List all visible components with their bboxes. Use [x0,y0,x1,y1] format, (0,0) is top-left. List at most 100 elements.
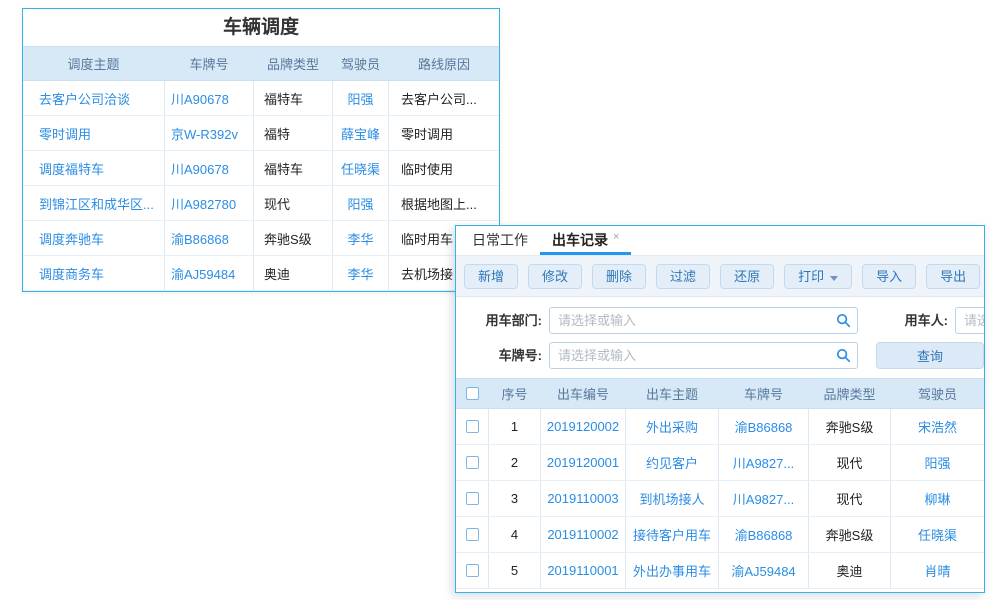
records-toolbar: 新增 修改 删除 过滤 还原 打印 导入 导出 查看日志 [456,256,984,297]
user-field-label: 用车人: [871,307,948,334]
dispatch-plate-link[interactable]: 渝AJ59484 [165,256,254,290]
import-button[interactable]: 导入 [862,264,916,289]
trip-code-link[interactable]: 2019110003 [541,481,626,516]
dispatch-driver-link[interactable]: 李华 [333,256,389,290]
dispatch-brand-cell: 福特车 [254,81,333,115]
row-number-cell: 4 [489,517,541,552]
records-col-no: 序号 [489,379,541,408]
dispatch-plate-link[interactable]: 京W-R392v [165,116,254,150]
restore-button[interactable]: 还原 [720,264,774,289]
plate-link[interactable]: 川A9827... [719,481,809,516]
row-number-cell: 2 [489,445,541,480]
dispatch-subject-link[interactable]: 零时调用 [23,116,165,150]
dept-input[interactable] [549,307,858,334]
plate-link[interactable]: 渝B86868 [719,517,809,552]
plate-link[interactable]: 渝B86868 [719,409,809,444]
search-form: 用车部门: 用车人: 车牌号: 查询 [456,297,984,378]
query-button[interactable]: 查询 [876,342,984,369]
dispatch-subject-link[interactable]: 调度商务车 [23,256,165,290]
trip-code-link[interactable]: 2019120002 [541,409,626,444]
row-checkbox[interactable] [466,564,479,577]
search-icon[interactable] [836,313,851,328]
trip-subject-link[interactable]: 到机场接人 [626,481,719,516]
records-col-code: 出车编号 [541,379,626,408]
filter-button[interactable]: 过滤 [656,264,710,289]
trip-code-link[interactable]: 2019110002 [541,517,626,552]
checkbox-cell [456,445,489,480]
plate-link[interactable]: 渝AJ59484 [719,553,809,588]
driver-link[interactable]: 柳琳 [891,481,984,516]
brand-cell: 现代 [809,445,891,480]
brand-cell: 奔驰S级 [809,409,891,444]
row-number-cell: 5 [489,553,541,588]
records-table-row: 1 2019120002 外出采购 渝B86868 奔驰S级 宋浩然 [456,409,984,445]
dispatch-driver-link[interactable]: 李华 [333,221,389,255]
driver-link[interactable]: 任晓渠 [891,517,984,552]
dispatch-col-reason: 路线原因 [389,47,499,80]
checkbox-cell [456,481,489,516]
row-checkbox[interactable] [466,492,479,505]
dispatch-reason-cell: 临时使用 [389,151,499,185]
dispatch-plate-link[interactable]: 川A982780 [165,186,254,220]
records-table-row: 4 2019110002 接待客户用车 渝B86868 奔驰S级 任晓渠 [456,517,984,553]
user-input[interactable] [955,307,985,334]
dispatch-table-row: 调度奔驰车 渝B86868 奔驰S级 李华 临时用车 [23,221,499,256]
dispatch-brand-cell: 奥迪 [254,256,333,290]
dispatch-brand-cell: 福特 [254,116,333,150]
dispatch-subject-link[interactable]: 去客户公司洽谈 [23,81,165,115]
plate-input[interactable] [549,342,858,369]
dispatch-driver-link[interactable]: 任晓渠 [333,151,389,185]
dispatch-plate-link[interactable]: 川A90678 [165,151,254,185]
trip-subject-link[interactable]: 约见客户 [626,445,719,480]
plate-link[interactable]: 川A9827... [719,445,809,480]
search-icon[interactable] [836,348,851,363]
user-input-wrap [955,307,985,334]
close-icon[interactable]: × [613,231,619,243]
driver-link[interactable]: 阳强 [891,445,984,480]
select-all-checkbox[interactable] [466,387,479,400]
export-button[interactable]: 导出 [926,264,980,289]
dispatch-table-row: 调度商务车 渝AJ59484 奥迪 李华 去机场接 [23,256,499,291]
dispatch-plate-link[interactable]: 川A90678 [165,81,254,115]
trip-code-link[interactable]: 2019120001 [541,445,626,480]
row-number-cell: 1 [489,409,541,444]
dispatch-panel-title: 车辆调度 [23,9,499,46]
trip-subject-link[interactable]: 接待客户用车 [626,517,719,552]
checkbox-cell [456,553,489,588]
tab-daily-work[interactable]: 日常工作 [460,226,540,255]
add-button[interactable]: 新增 [464,264,518,289]
dispatch-driver-link[interactable]: 阳强 [333,186,389,220]
dispatch-subject-link[interactable]: 调度奔驰车 [23,221,165,255]
brand-cell: 奥迪 [809,553,891,588]
print-label: 打印 [798,269,824,284]
trip-subject-link[interactable]: 外出办事用车 [626,553,719,588]
dispatch-reason-cell: 去客户公司... [389,81,499,115]
dept-input-wrap [549,307,858,334]
row-checkbox[interactable] [466,456,479,469]
dispatch-driver-link[interactable]: 薛宝峰 [333,116,389,150]
chevron-down-icon [830,276,838,281]
dispatch-subject-link[interactable]: 到锦江区和成华区... [23,186,165,220]
desktop-canvas: 车辆调度 调度主题 车牌号 品牌类型 驾驶员 路线原因 去客户公司洽谈 川A90… [0,0,1000,600]
dispatch-brand-cell: 现代 [254,186,333,220]
records-table-row: 5 2019110001 外出办事用车 渝AJ59484 奥迪 肖晴 [456,553,984,589]
plate-field-label: 车牌号: [462,342,542,369]
dispatch-reason-cell: 零时调用 [389,116,499,150]
dispatch-col-plate: 车牌号 [165,47,254,80]
driver-link[interactable]: 肖晴 [891,553,984,588]
dispatch-table-header: 调度主题 车牌号 品牌类型 驾驶员 路线原因 [23,46,499,81]
dispatch-subject-link[interactable]: 调度福特车 [23,151,165,185]
tab-trip-records[interactable]: 出车记录× [540,226,631,255]
dispatch-driver-link[interactable]: 阳强 [333,81,389,115]
row-number-cell: 3 [489,481,541,516]
dispatch-table-row: 零时调用 京W-R392v 福特 薛宝峰 零时调用 [23,116,499,151]
print-dropdown-button[interactable]: 打印 [784,264,852,289]
trip-subject-link[interactable]: 外出采购 [626,409,719,444]
driver-link[interactable]: 宋浩然 [891,409,984,444]
edit-button[interactable]: 修改 [528,264,582,289]
row-checkbox[interactable] [466,528,479,541]
dispatch-plate-link[interactable]: 渝B86868 [165,221,254,255]
row-checkbox[interactable] [466,420,479,433]
delete-button[interactable]: 删除 [592,264,646,289]
trip-code-link[interactable]: 2019110001 [541,553,626,588]
